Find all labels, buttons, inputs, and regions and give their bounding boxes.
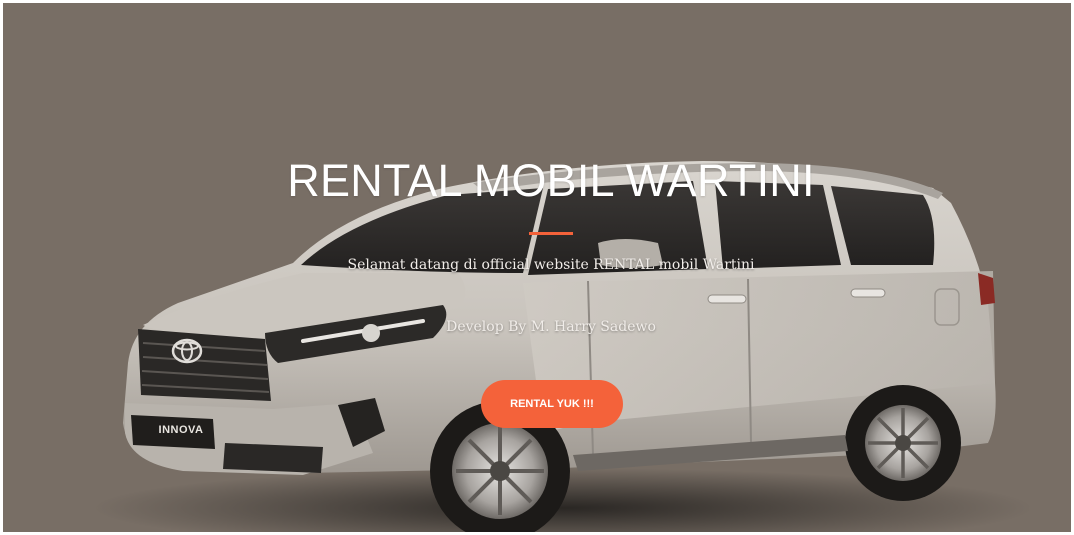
page-title: RENTAL MOBIL WARTINI — [287, 155, 815, 206]
hero-section: INNOVA RENTAL MOBIL WARTINI Selamat data… — [3, 3, 1071, 532]
hero-content: RENTAL MOBIL WARTINI Selamat datang di o… — [3, 3, 1071, 532]
developer-credit: Develop By M. Harry Sadewo — [446, 319, 656, 335]
hero-subtitle: Selamat datang di official website RENTA… — [347, 257, 755, 273]
title-divider — [529, 232, 573, 235]
rental-cta-button[interactable]: RENTAL YUK !!! — [481, 380, 623, 428]
